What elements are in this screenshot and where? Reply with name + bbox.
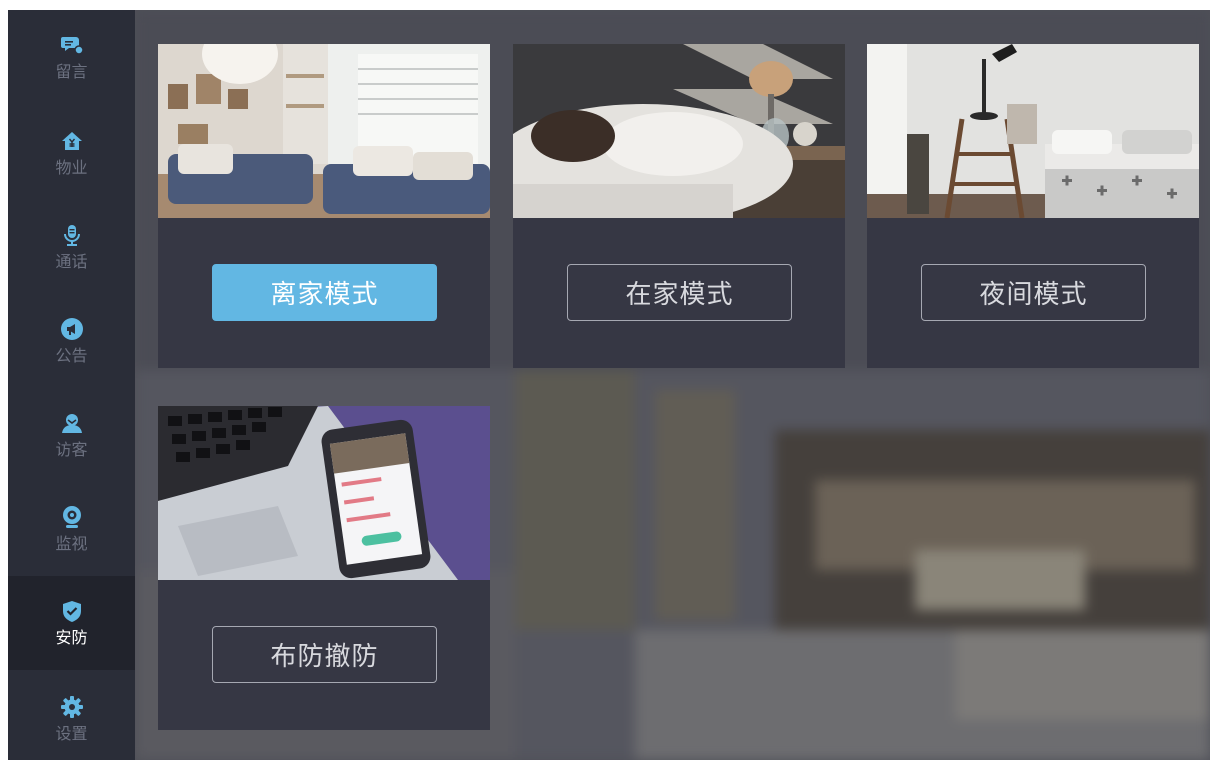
property-home-icon xyxy=(61,132,82,150)
phone-laptop-photo xyxy=(158,406,490,580)
mode-card-home: 在家模式 xyxy=(513,44,845,368)
sidebar-item-call[interactable]: 通话 xyxy=(8,200,135,294)
bedroom-lamp-photo xyxy=(867,44,1199,218)
sidebar-item-security[interactable]: 安防 xyxy=(8,576,135,670)
camera-icon xyxy=(62,506,81,528)
arm-disarm-button[interactable]: 布防撤防 xyxy=(212,626,437,683)
sidebar-item-settings[interactable]: 设置 xyxy=(8,672,135,760)
sidebar-item-message[interactable]: 留言 xyxy=(8,10,135,104)
sidebar-item-label: 物业 xyxy=(55,158,88,177)
gear-icon xyxy=(60,696,83,718)
sidebar: 留言 物业 通话 公告 访客 监视 安防 设置 xyxy=(8,10,135,760)
sidebar-item-label: 通话 xyxy=(55,252,88,271)
visitor-icon xyxy=(61,414,82,433)
sleeping-person-photo xyxy=(513,44,845,218)
app-window: 留言 物业 通话 公告 访客 监视 安防 设置 离家模式 在家模式 夜间模式 布… xyxy=(8,10,1210,760)
sidebar-item-label: 监视 xyxy=(55,534,88,553)
sidebar-item-monitor[interactable]: 监视 xyxy=(8,482,135,576)
mode-card-night: 夜间模式 xyxy=(867,44,1199,368)
living-room-photo xyxy=(158,44,490,218)
sidebar-item-label: 留言 xyxy=(55,62,88,81)
mode-card-away: 离家模式 xyxy=(158,44,490,368)
away-mode-button[interactable]: 离家模式 xyxy=(212,264,437,321)
sidebar-item-label: 公告 xyxy=(55,346,88,365)
shield-check-icon xyxy=(62,601,81,622)
sidebar-item-label: 设置 xyxy=(55,724,88,743)
sidebar-item-label: 访客 xyxy=(55,440,88,459)
mode-card-arm-disarm: 布防撤防 xyxy=(158,406,490,730)
megaphone-icon xyxy=(60,318,83,340)
home-mode-button[interactable]: 在家模式 xyxy=(567,264,792,321)
sidebar-item-property[interactable]: 物业 xyxy=(8,106,135,200)
sidebar-item-label: 安防 xyxy=(55,628,88,647)
message-icon xyxy=(60,37,84,55)
night-mode-button[interactable]: 夜间模式 xyxy=(921,264,1146,321)
sidebar-item-visitor[interactable]: 访客 xyxy=(8,388,135,482)
microphone-icon xyxy=(63,225,80,246)
sidebar-item-notice[interactable]: 公告 xyxy=(8,294,135,388)
